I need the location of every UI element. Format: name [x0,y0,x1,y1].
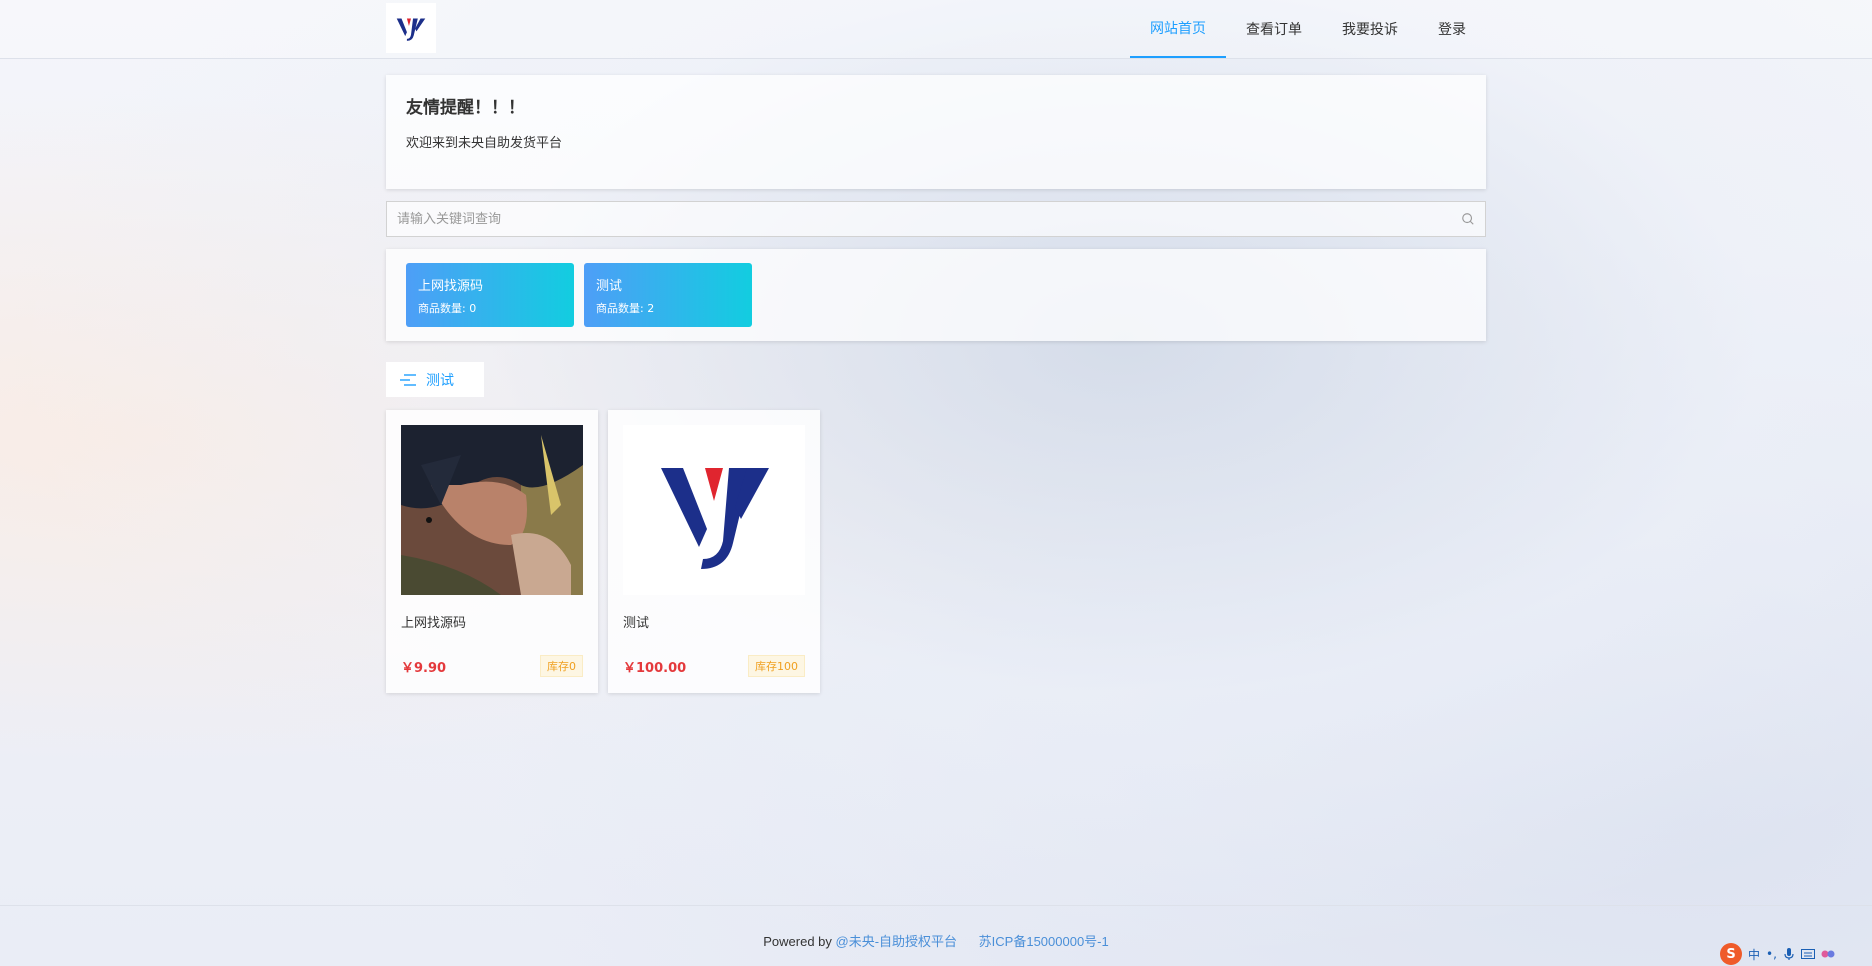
product-image[interactable] [623,425,805,595]
footer: Powered by @未央-自助授权平台 苏ICP备15000000号-1 [0,931,1872,950]
anime-portrait-image [401,425,583,595]
top-navbar: 网站首页 查看订单 我要投诉 登录 [0,0,1872,59]
product-name: 上网找源码 [401,616,467,631]
keyboard-icon[interactable] [1800,948,1815,960]
search-input[interactable] [387,202,1485,236]
category-card[interactable]: 测试 商品数量: 2 [584,263,752,327]
main-nav: 网站首页 查看订单 我要投诉 登录 [1130,0,1486,58]
category-count: 商品数量: 2 [596,302,655,315]
product-price: ￥9.90 [401,661,447,676]
skin-icon[interactable] [1821,948,1835,960]
product-stock-badge: 库存0 [540,655,583,677]
nav-complaint[interactable]: 我要投诉 [1322,0,1418,58]
microphone-icon[interactable] [1783,947,1795,961]
notice-text: 欢迎来到未央自助发货平台 [406,136,563,151]
nav-orders[interactable]: 查看订单 [1226,0,1322,58]
product-stock-badge: 库存100 [748,655,805,677]
section-tab[interactable]: 测试 [386,362,484,397]
sogou-s-icon[interactable]: S [1720,943,1742,965]
category-panel: 上网找源码 商品数量: 0 测试 商品数量: 2 [386,249,1486,341]
category-card[interactable]: 上网找源码 商品数量: 0 [406,263,574,327]
footer-platform-link[interactable]: @未央-自助授权平台 [836,934,958,949]
footer-icp-link[interactable]: 苏ICP备15000000号-1 [979,934,1109,949]
product-price: ￥100.00 [623,661,687,676]
footer-divider [0,905,1872,906]
product-card[interactable]: 上网找源码 ￥9.90 库存0 [386,410,598,693]
product-card[interactable]: 测试 ￥100.00 库存100 [608,410,820,693]
vy-logo-icon [396,18,426,41]
category-count: 商品数量: 0 [418,302,477,315]
notice-title: 友情提醒！！！ [406,98,525,118]
search-icon[interactable] [1461,212,1475,226]
menu-lines-icon [400,373,416,386]
product-name: 测试 [623,616,650,631]
product-image[interactable] [401,425,583,595]
punctuation-icon[interactable]: •, [1766,947,1777,961]
notice-panel: 友情提醒！！！ 欢迎来到未央自助发货平台 [386,75,1486,189]
category-name: 上网找源码 [418,279,484,294]
nav-home[interactable]: 网站首页 [1130,0,1226,58]
site-logo[interactable] [386,3,436,53]
section-label: 测试 [426,372,454,389]
footer-powered-by: Powered by [763,934,832,949]
ime-language-toggle[interactable]: 中 [1748,946,1760,963]
ime-toolbar: S 中 •, [1712,942,1872,966]
category-name: 测试 [596,279,623,294]
nav-login[interactable]: 登录 [1418,0,1486,58]
vy-logo-image [623,425,805,595]
search-bar [386,201,1486,237]
